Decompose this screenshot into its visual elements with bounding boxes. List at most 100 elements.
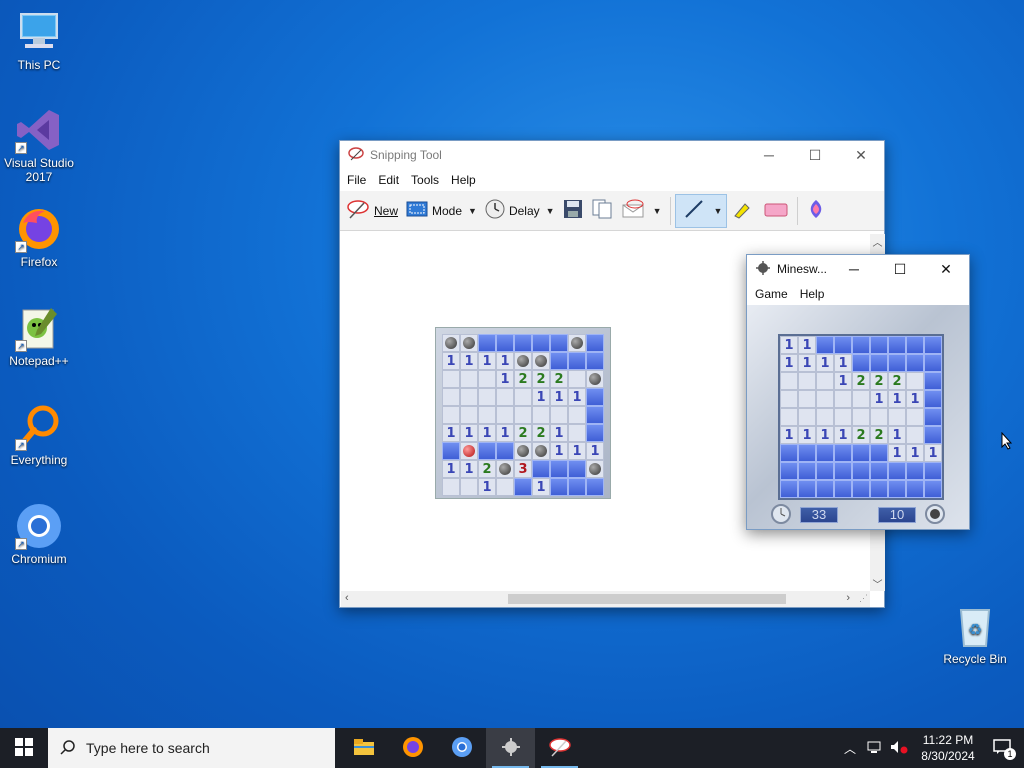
- grid-cell-number[interactable]: 1: [834, 372, 852, 390]
- grid-cell-number[interactable]: 1: [780, 336, 798, 354]
- grid-cell-covered[interactable]: [780, 480, 798, 498]
- grid-cell-number[interactable]: 1: [816, 354, 834, 372]
- grid-cell-covered[interactable]: [514, 334, 532, 352]
- desktop-icon-notepad-plus-plus[interactable]: ↗ Notepad++: [0, 304, 78, 368]
- grid-cell-number[interactable]: 1: [586, 442, 604, 460]
- scroll-right-icon[interactable]: ›: [846, 592, 850, 604]
- grid-cell-covered[interactable]: [550, 478, 568, 496]
- grid-cell-covered[interactable]: [816, 462, 834, 480]
- grid-cell-mine[interactable]: [514, 352, 532, 370]
- maximize-button[interactable]: ☐: [877, 255, 923, 283]
- grid-cell-mine[interactable]: [442, 334, 460, 352]
- grid-cell-number[interactable]: 1: [478, 424, 496, 442]
- grid-cell-number[interactable]: 1: [888, 390, 906, 408]
- grid-cell-covered[interactable]: [906, 480, 924, 498]
- grid-cell-number[interactable]: 2: [514, 424, 532, 442]
- grid-cell-number[interactable]: 2: [870, 372, 888, 390]
- grid-cell-covered[interactable]: [834, 480, 852, 498]
- grid-cell-number[interactable]: 1: [478, 352, 496, 370]
- menu-edit[interactable]: Edit: [372, 173, 405, 187]
- grid-cell-empty[interactable]: [478, 388, 496, 406]
- chevron-down-icon[interactable]: ▼: [468, 206, 477, 216]
- grid-cell-covered[interactable]: [816, 480, 834, 498]
- grid-cell-covered[interactable]: [870, 354, 888, 372]
- minimize-button[interactable]: ─: [831, 255, 877, 283]
- menu-tools[interactable]: Tools: [405, 173, 445, 187]
- grid-cell-number[interactable]: 2: [888, 372, 906, 390]
- grid-cell-covered[interactable]: [888, 480, 906, 498]
- mode-button[interactable]: Mode ▼: [402, 194, 481, 228]
- grid-cell-covered[interactable]: [924, 354, 942, 372]
- delay-button[interactable]: Delay ▼: [481, 194, 559, 228]
- grid-cell-number[interactable]: 1: [870, 390, 888, 408]
- grid-cell-covered[interactable]: [834, 444, 852, 462]
- grid-cell-mine[interactable]: [568, 334, 586, 352]
- grid-cell-mine[interactable]: [586, 460, 604, 478]
- grid-cell-number[interactable]: 1: [550, 424, 568, 442]
- grid-cell-number[interactable]: 1: [780, 426, 798, 444]
- grid-cell-covered[interactable]: [852, 480, 870, 498]
- grid-cell-empty[interactable]: [442, 406, 460, 424]
- desktop-icon-everything[interactable]: ↗ Everything: [0, 403, 78, 467]
- grid-cell-covered[interactable]: [532, 460, 550, 478]
- grid-cell-number[interactable]: 1: [780, 354, 798, 372]
- taskbar-search-box[interactable]: Type here to search: [48, 728, 335, 768]
- grid-cell-empty[interactable]: [568, 424, 586, 442]
- snipping-tool-titlebar[interactable]: Snipping Tool ─ ☐ ✕: [340, 141, 884, 169]
- grid-cell-empty[interactable]: [816, 390, 834, 408]
- show-hidden-icons-icon[interactable]: ︿: [844, 740, 856, 757]
- grid-cell-empty[interactable]: [532, 406, 550, 424]
- grid-cell-covered[interactable]: [586, 478, 604, 496]
- grid-cell-covered[interactable]: [586, 352, 604, 370]
- grid-cell-mine[interactable]: [460, 334, 478, 352]
- grid-cell-covered[interactable]: [568, 352, 586, 370]
- grid-cell-empty[interactable]: [798, 408, 816, 426]
- grid-cell-empty[interactable]: [870, 408, 888, 426]
- grid-cell-covered[interactable]: [586, 388, 604, 406]
- grid-cell-covered[interactable]: [852, 444, 870, 462]
- grid-cell-covered[interactable]: [924, 480, 942, 498]
- grid-cell-empty[interactable]: [798, 390, 816, 408]
- grid-cell-empty[interactable]: [888, 408, 906, 426]
- close-button[interactable]: ✕: [838, 141, 884, 169]
- grid-cell-covered[interactable]: [906, 354, 924, 372]
- grid-cell-number[interactable]: 2: [514, 370, 532, 388]
- grid-cell-empty[interactable]: [460, 370, 478, 388]
- desktop-icon-recycle-bin[interactable]: ♻ Recycle Bin: [936, 602, 1014, 666]
- minesweeper-titlebar[interactable]: Minesw... ─ ☐ ✕: [747, 255, 969, 283]
- grid-cell-empty[interactable]: [460, 478, 478, 496]
- grid-cell-covered[interactable]: [568, 460, 586, 478]
- grid-cell-number[interactable]: 1: [442, 460, 460, 478]
- grid-cell-covered[interactable]: [888, 354, 906, 372]
- grid-cell-number[interactable]: 1: [496, 370, 514, 388]
- grid-cell-covered[interactable]: [924, 462, 942, 480]
- grid-cell-number[interactable]: 3: [514, 460, 532, 478]
- taskbar-file-explorer[interactable]: [339, 728, 388, 768]
- grid-cell-covered[interactable]: [834, 462, 852, 480]
- grid-cell-number[interactable]: 1: [906, 390, 924, 408]
- grid-cell-number[interactable]: 1: [798, 426, 816, 444]
- grid-cell-covered[interactable]: [550, 334, 568, 352]
- pen-button[interactable]: ▼: [674, 193, 728, 228]
- grid-cell-covered[interactable]: [816, 444, 834, 462]
- scroll-up-icon[interactable]: ︿: [870, 234, 885, 249]
- grid-cell-number[interactable]: 1: [460, 424, 478, 442]
- grid-cell-covered[interactable]: [870, 336, 888, 354]
- grid-cell-empty[interactable]: [496, 388, 514, 406]
- grid-cell-empty[interactable]: [568, 370, 586, 388]
- grid-cell-number[interactable]: 1: [888, 444, 906, 462]
- grid-cell-number[interactable]: 1: [568, 388, 586, 406]
- taskbar-minesweeper[interactable]: [486, 728, 535, 768]
- grid-cell-empty[interactable]: [460, 388, 478, 406]
- close-button[interactable]: ✕: [923, 255, 969, 283]
- grid-cell-empty[interactable]: [852, 408, 870, 426]
- grid-cell-number[interactable]: 1: [442, 352, 460, 370]
- grid-cell-mine[interactable]: [532, 442, 550, 460]
- grid-cell-covered[interactable]: [550, 460, 568, 478]
- grid-cell-empty[interactable]: [906, 426, 924, 444]
- grid-cell-number[interactable]: 2: [852, 372, 870, 390]
- save-button[interactable]: [559, 194, 587, 228]
- grid-cell-covered[interactable]: [478, 442, 496, 460]
- grid-cell-empty[interactable]: [478, 406, 496, 424]
- grid-cell-number[interactable]: 1: [798, 354, 816, 372]
